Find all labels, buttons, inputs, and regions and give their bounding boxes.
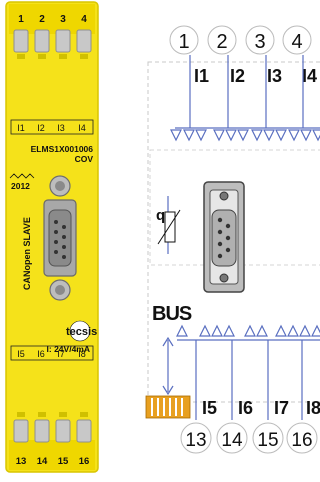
device-top-input-I1: I1	[17, 123, 25, 133]
diagram-bottom-terminal-14: 14	[221, 430, 243, 451]
device-bottom-terminal-16: 16	[79, 456, 90, 467]
diagram-bottom-input-I7: I7	[274, 398, 289, 418]
bottom-arrow-c	[211, 324, 223, 337]
bus-label: BUS	[152, 303, 192, 325]
bottom-screw-15[interactable]	[55, 419, 71, 443]
device-top-terminal-1: 1	[18, 14, 24, 25]
top-arrow-d	[213, 129, 225, 142]
top-arrow-f	[237, 129, 249, 142]
lower-fixing-screw	[49, 279, 71, 301]
diagram-top-input-I2: I2	[230, 66, 245, 86]
bottom-screw-slot-1	[17, 412, 25, 417]
device-bottom-input-I7: I7	[57, 349, 65, 359]
device-bottom-input-I8: I8	[78, 349, 86, 359]
product-name: CANopen SLAVE	[22, 217, 32, 290]
device-top-terminal-4: 4	[81, 14, 87, 25]
top-screw-slot-4	[80, 54, 88, 59]
model-number: ELMS1X001006	[31, 144, 94, 154]
wiring-diagram: 1 2 3 4 I1 I2 I3 I4 q BUS I5 I6 I7 I8 13…	[145, 25, 320, 454]
top-arrow-b	[183, 129, 195, 142]
top-screw-slot-2	[38, 54, 46, 59]
bottom-arrow-b	[199, 324, 211, 337]
top-arrow-i	[275, 129, 287, 142]
diagram-bottom-terminal-15: 15	[257, 430, 278, 451]
diagram-top-terminal-4: 4	[291, 31, 302, 53]
device-bottom-input-I6: I6	[37, 349, 45, 359]
brand-name: tecsis	[66, 326, 97, 338]
diagram-top-terminal-2: 2	[216, 31, 227, 53]
bottom-arrow-h	[287, 324, 299, 337]
diagram-bottom-input-I5: I5	[202, 398, 217, 418]
diagram-bottom-input-I6: I6	[238, 398, 253, 418]
bottom-arrow-e	[244, 324, 256, 337]
switch-symbol: q	[156, 196, 181, 254]
wiring-figure: 1 2 3 4 I1 I2 I3 I4 ELMS1X001006 COV 201…	[5, 1, 320, 473]
top-arrow-a	[170, 129, 182, 142]
diagram-bottom-input-I8: I8	[306, 398, 320, 418]
bottom-arrow-a	[176, 324, 188, 337]
diagram-top-terminal-3: 3	[254, 31, 265, 53]
top-arrow-g	[251, 129, 263, 142]
bus-plug-icon	[145, 395, 191, 419]
device-top-terminal-3: 3	[60, 14, 66, 25]
device-top-input-I2: I2	[37, 123, 45, 133]
device-bottom-terminal-13: 13	[16, 456, 27, 467]
stage: 1 2 3 4 I1 I2 I3 I4 ELMS1X001006 COV 201…	[0, 0, 320, 477]
device-module: 1 2 3 4 I1 I2 I3 I4 ELMS1X001006 COV 201…	[5, 1, 99, 473]
device-top-input-I4: I4	[78, 123, 86, 133]
bottom-screw-slot-3	[59, 412, 67, 417]
bottom-arrow-i	[299, 324, 311, 337]
top-screw-1[interactable]	[13, 29, 29, 53]
top-screw-3[interactable]	[55, 29, 71, 53]
bottom-screw-slot-4	[80, 412, 88, 417]
top-arrow-j	[288, 129, 300, 142]
bottom-arrow-g	[275, 324, 287, 337]
diagram-top-input-I1: I1	[194, 66, 209, 86]
bottom-arrow-j	[311, 324, 320, 337]
top-arrow-c	[195, 129, 207, 142]
device-bottom-input-I5: I5	[17, 349, 25, 359]
top-screw-2[interactable]	[34, 29, 50, 53]
diagram-top-input-I4: I4	[302, 66, 317, 86]
bottom-arrow-f	[256, 324, 268, 337]
device-bottom-terminal-14: 14	[37, 456, 48, 467]
top-screw-slot-1	[17, 54, 25, 59]
top-screw-slot-3	[59, 54, 67, 59]
upper-fixing-screw	[49, 175, 71, 197]
bottom-screw-14[interactable]	[34, 419, 50, 443]
switch-box	[164, 211, 176, 243]
top-arrow-k	[300, 129, 312, 142]
bottom-arrow-d	[223, 324, 235, 337]
diagram-bottom-terminal-16: 16	[291, 430, 312, 451]
top-terminal-circles: 1 2 3 4	[169, 25, 312, 55]
bottom-screw-16[interactable]	[76, 419, 92, 443]
bottom-terminal-circles: 13 14 15 16	[180, 422, 318, 454]
top-arrow-h	[263, 129, 275, 142]
top-arrow-l	[312, 129, 320, 142]
bottom-screw-13[interactable]	[13, 419, 29, 443]
model-variant: COV	[75, 154, 94, 164]
diagram-bottom-terminal-13: 13	[185, 430, 206, 451]
diagram-top-terminal-1: 1	[178, 31, 189, 53]
switch-q-glyph: q	[156, 207, 165, 224]
dsub-connector[interactable]	[43, 199, 77, 277]
device-top-terminal-2: 2	[39, 14, 45, 25]
year-label: 2012	[11, 181, 30, 191]
device-top-input-I3: I3	[57, 123, 65, 133]
top-arrow-e	[225, 129, 237, 142]
top-screw-4[interactable]	[76, 29, 92, 53]
bottom-screw-slot-2	[38, 412, 46, 417]
diagram-top-input-I3: I3	[267, 66, 282, 86]
diagram-dsub-connector	[203, 181, 245, 293]
device-bottom-terminal-15: 15	[58, 456, 69, 467]
